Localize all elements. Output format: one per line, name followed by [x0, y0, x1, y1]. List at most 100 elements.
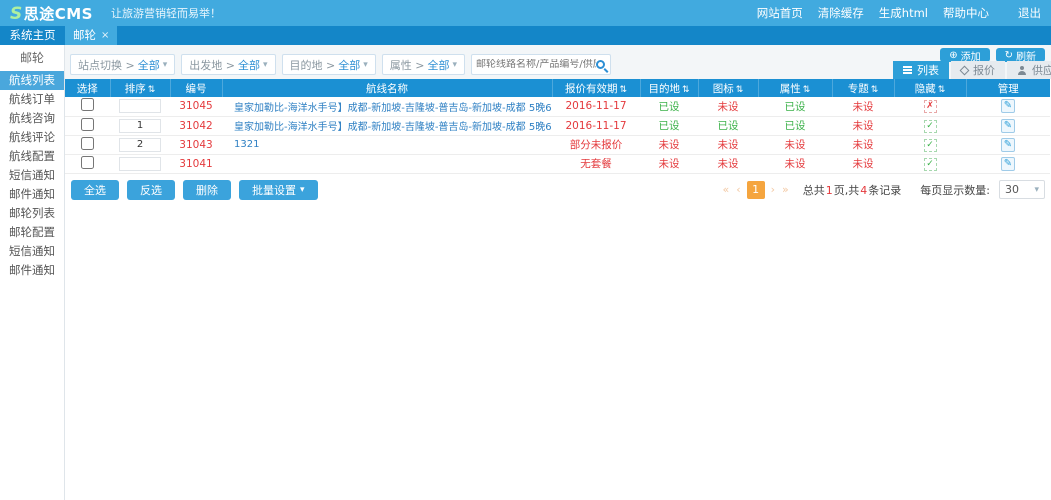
attribute-status: 已设: [785, 120, 806, 132]
link-generate-html[interactable]: 生成html: [879, 5, 928, 21]
sidebar-item-route-inquiries[interactable]: 航线咨询: [0, 109, 64, 128]
add-icon: ⊕: [949, 50, 957, 61]
route-name-link[interactable]: 1321: [234, 139, 259, 150]
filter-site-switch[interactable]: 站点切换 > 全部 ▾: [70, 54, 175, 75]
col-attribute[interactable]: 属性⇅: [758, 79, 832, 97]
link-help-center[interactable]: 帮助中心: [943, 5, 989, 21]
sidebar-item-cruise-list[interactable]: 邮轮列表: [0, 204, 64, 223]
first-page-button[interactable]: «: [722, 183, 731, 196]
link-site-home[interactable]: 网站首页: [757, 5, 803, 21]
col-sort[interactable]: 排序⇅: [110, 79, 170, 97]
edit-icon[interactable]: ✎: [1001, 138, 1015, 152]
col-icon[interactable]: 图标⇅: [698, 79, 758, 97]
hidden-toggle-icon[interactable]: ✓: [924, 120, 937, 133]
top-action-buttons: ⊕ 添加 ↻ 刷新: [940, 48, 1045, 62]
current-page-button[interactable]: 1: [747, 181, 765, 199]
table-header-row: 选择 排序⇅ 编号 航线名称 报价有效期⇅ 目的地⇅ 图标⇅ 属性⇅ 专题⇅ 隐…: [65, 79, 1050, 97]
edit-icon[interactable]: ✎: [1001, 157, 1015, 171]
icon-status: 未设: [718, 139, 739, 151]
sort-icon: ⇅: [938, 85, 946, 95]
sidebar-item-email-notice-2[interactable]: 邮件通知: [0, 261, 64, 280]
sidebar-item-route-comments[interactable]: 航线评论: [0, 128, 64, 147]
attribute-status: 已设: [785, 101, 806, 113]
last-page-button[interactable]: »: [781, 183, 790, 196]
search-icon[interactable]: [596, 60, 605, 69]
filter-attribute[interactable]: 属性 > 全部 ▾: [382, 54, 465, 75]
tab-system-home[interactable]: 系统主页: [0, 26, 65, 45]
hidden-toggle-icon[interactable]: ✓: [924, 158, 937, 171]
icon-status: 未设: [718, 101, 739, 113]
row-checkbox[interactable]: [81, 98, 94, 111]
filter-destination[interactable]: 目的地 > 全部 ▾: [282, 54, 376, 75]
col-validity[interactable]: 报价有效期⇅: [552, 79, 640, 97]
main-panel: 站点切换 > 全部 ▾ 出发地 > 全部 ▾ 目的地 > 全部 ▾ 属性 > 全…: [65, 45, 1051, 500]
sort-input[interactable]: [119, 119, 161, 133]
view-toggle-list[interactable]: 列表: [893, 61, 949, 79]
chevron-down-icon: ▾: [300, 185, 305, 195]
sort-icon: ⇅: [619, 85, 627, 95]
hidden-toggle-icon[interactable]: ✗: [924, 100, 937, 113]
row-checkbox[interactable]: [81, 156, 94, 169]
delete-button[interactable]: 删除: [183, 180, 231, 200]
filter-bar: 站点切换 > 全部 ▾ 出发地 > 全部 ▾ 目的地 > 全部 ▾ 属性 > 全…: [70, 54, 611, 75]
view-toggle-group: 列表 报价 供应商: [893, 61, 1051, 79]
sidebar-item-route-list[interactable]: 航线列表: [0, 71, 64, 90]
validity-value: 无套餐: [580, 158, 612, 170]
link-clear-cache[interactable]: 清除缓存: [818, 5, 864, 21]
chevron-down-icon: ▾: [163, 60, 168, 70]
route-code-link[interactable]: 31043: [179, 139, 212, 151]
sort-input[interactable]: [119, 99, 161, 113]
close-icon[interactable]: ×: [101, 26, 109, 45]
filter-departure[interactable]: 出发地 > 全部 ▾: [181, 54, 275, 75]
col-manage: 管理: [966, 79, 1050, 97]
sort-input[interactable]: [119, 157, 161, 171]
view-toggle-supplier[interactable]: 供应商: [1007, 61, 1051, 79]
sidebar-title: 邮轮: [0, 45, 64, 71]
view-toggle-quote[interactable]: 报价: [951, 61, 1005, 79]
sort-icon: ⇅: [148, 85, 156, 95]
hidden-toggle-icon[interactable]: ✓: [924, 139, 937, 152]
app-logo: S 思途CMS: [10, 3, 93, 24]
route-name-link[interactable]: 皇家加勒比-海洋水手号】成都-新加坡-吉隆坡-普吉岛-新加坡-成都 5晚6日游: [234, 103, 552, 114]
route-table: 选择 排序⇅ 编号 航线名称 报价有效期⇅ 目的地⇅ 图标⇅ 属性⇅ 专题⇅ 隐…: [65, 79, 1050, 174]
route-code-link[interactable]: 31042: [179, 120, 212, 132]
sidebar-item-sms-notice-2[interactable]: 短信通知: [0, 242, 64, 261]
validity-value: 2016-11-17: [565, 100, 626, 112]
search-input[interactable]: [476, 59, 596, 70]
destination-status: 已设: [659, 120, 680, 132]
sidebar-item-route-orders[interactable]: 航线订单: [0, 90, 64, 109]
row-checkbox[interactable]: [81, 118, 94, 131]
table-row: 31043 1321 部分未报价 未设 未设 未设 未设 ✓ ✎: [65, 135, 1050, 154]
next-page-button[interactable]: ›: [770, 183, 776, 196]
invert-selection-button[interactable]: 反选: [127, 180, 175, 200]
page-size-label: 每页显示数量:: [920, 182, 990, 198]
refresh-button[interactable]: ↻ 刷新: [996, 48, 1045, 62]
col-topic[interactable]: 专题⇅: [832, 79, 894, 97]
row-checkbox[interactable]: [81, 137, 94, 150]
batch-settings-button[interactable]: 批量设置 ▾: [239, 180, 318, 200]
refresh-icon: ↻: [1005, 50, 1013, 61]
sidebar: 邮轮 航线列表 航线订单 航线咨询 航线评论 航线配置 短信通知 邮件通知 邮轮…: [0, 45, 65, 500]
pagination: « ‹ 1 › » 总共1页,共4条记录 每页显示数量: 30 ▾: [722, 180, 1046, 199]
route-name-link[interactable]: 皇家加勒比-海洋水手号】成都-新加坡-吉隆坡-普吉岛-新加坡-成都 5晚6日游: [234, 122, 552, 133]
col-destination[interactable]: 目的地⇅: [640, 79, 698, 97]
prev-page-button[interactable]: ‹: [735, 183, 741, 196]
edit-icon[interactable]: ✎: [1001, 99, 1015, 113]
tab-cruise[interactable]: 邮轮 ×: [65, 26, 117, 45]
sidebar-item-cruise-config[interactable]: 邮轮配置: [0, 223, 64, 242]
select-all-button[interactable]: 全选: [71, 180, 119, 200]
col-hidden[interactable]: 隐藏⇅: [894, 79, 966, 97]
sidebar-item-email-notice[interactable]: 邮件通知: [0, 185, 64, 204]
edit-icon[interactable]: ✎: [1001, 119, 1015, 133]
chevron-down-icon: ▾: [452, 60, 457, 70]
list-footer: 全选 反选 删除 批量设置 ▾ « ‹ 1 › » 总共1页,共4条记录 每页显…: [65, 174, 1051, 200]
top-links: 网站首页 清除缓存 生成html 帮助中心 退出: [757, 5, 1041, 21]
route-code-link[interactable]: 31045: [179, 100, 212, 112]
link-logout[interactable]: 退出: [1018, 5, 1041, 21]
sidebar-item-route-config[interactable]: 航线配置: [0, 147, 64, 166]
sort-input[interactable]: [119, 138, 161, 152]
page-size-select[interactable]: 30 ▾: [999, 180, 1045, 199]
route-code-link[interactable]: 31041: [179, 158, 212, 170]
add-button[interactable]: ⊕ 添加: [940, 48, 989, 62]
sidebar-item-sms-notice[interactable]: 短信通知: [0, 166, 64, 185]
